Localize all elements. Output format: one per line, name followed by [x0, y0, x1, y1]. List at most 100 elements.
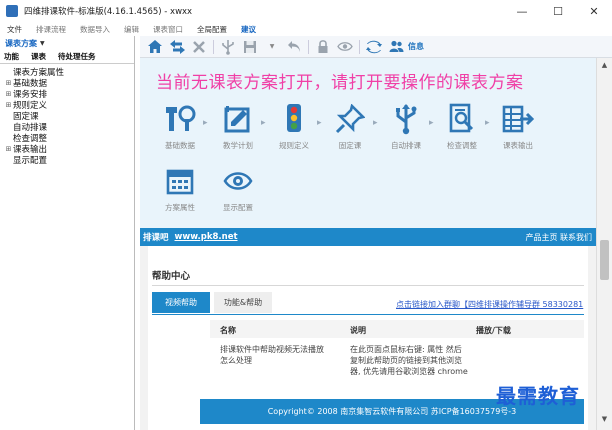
left-tabs: 功能 课表 待处理任务: [0, 50, 134, 64]
window-title: 四维排课软件-标准版(4.16.1.4565) - xwxx: [24, 7, 193, 17]
tab-functions[interactable]: 功能: [0, 51, 27, 62]
save-button[interactable]: [239, 37, 261, 57]
tab-timetable[interactable]: 课表: [27, 51, 54, 62]
scroll-thumb[interactable]: [600, 240, 609, 280]
tools-icon: [163, 102, 197, 136]
expand-icon[interactable]: ⊞: [4, 90, 13, 98]
workflow-label: 显示配置: [223, 203, 253, 212]
lock-button[interactable]: [312, 37, 334, 57]
toolbar: ▼ 信息: [140, 36, 612, 58]
workflow-label: 检查调整: [447, 141, 477, 150]
arrow-right-icon: ▸: [485, 118, 490, 128]
inspect-icon: [445, 102, 479, 136]
vertical-scrollbar[interactable]: ▲ ▼: [596, 58, 612, 430]
column-name: 名称: [220, 326, 236, 335]
tree-item-course-arrangement[interactable]: ⊞ 课务安排: [4, 88, 134, 100]
help-title: 帮助中心: [152, 271, 191, 282]
title-bar: 四维排课软件-标准版(4.16.1.4565) - xwxx — ☐ ✕: [0, 0, 612, 22]
scroll-down-icon[interactable]: ▼: [597, 412, 612, 426]
menu-global-config[interactable]: 全局配置: [190, 24, 234, 35]
save-dropdown-button[interactable]: ▼: [261, 37, 283, 57]
scroll-up-icon[interactable]: ▲: [597, 58, 612, 72]
info-button[interactable]: [385, 37, 407, 57]
left-panel: 课表方案 ▼ 功能 课表 待处理任务 课表方案属性 ⊞ 基础数据 ⊞ 课务安排 ⊞ 规…: [0, 36, 135, 430]
row-description: 在此页面点鼠标右键: 属性 然后复制此帮助页的链接到其他浏览器, 优先请用谷歌浏…: [350, 345, 468, 376]
menu-suggestion[interactable]: 建议: [234, 24, 263, 35]
workflow-label: 基础数据: [165, 141, 195, 150]
tab-pending-tasks[interactable]: 待处理任务: [54, 51, 104, 62]
arrow-right-icon: ▸: [203, 118, 208, 128]
menu-scheduling-flow[interactable]: 排课流程: [29, 24, 73, 35]
menu-edit[interactable]: 编辑: [117, 24, 146, 35]
start-page: 当前无课表方案打开，请打开要操作的课表方案 基础数据 ▸ 教学计划 ▸ 规则定义…: [140, 58, 596, 430]
workflow-teaching-plan[interactable]: 教学计划: [212, 102, 264, 151]
info-label[interactable]: 信息: [408, 41, 424, 52]
column-description: 说明: [350, 326, 366, 335]
pin-icon: [333, 102, 367, 136]
delete-button[interactable]: [188, 37, 210, 57]
tree-item-timetable-output[interactable]: ⊞ 课表输出: [4, 143, 134, 155]
workflow-scheme-properties[interactable]: 方案属性: [154, 164, 206, 213]
site-banner: 排课吧 www.pk8.net 产品主页 联系我们: [140, 228, 596, 246]
workflow-label: 方案属性: [165, 203, 195, 212]
workflow-basic-data[interactable]: 基础数据: [154, 102, 206, 151]
expand-icon[interactable]: ⊞: [4, 101, 13, 109]
tree-item-basic-data[interactable]: ⊞ 基础数据: [4, 77, 134, 89]
maximize-button[interactable]: ☐: [540, 0, 576, 22]
help-table-header: 名称 说明 播放/下载: [210, 320, 584, 338]
workflow-label: 自动排课: [391, 141, 421, 150]
usb-button[interactable]: [217, 37, 239, 57]
expand-icon[interactable]: ⊞: [4, 79, 13, 87]
window-controls: — ☐ ✕: [504, 0, 612, 22]
workflow-timetable-output[interactable]: 课表输出: [492, 102, 544, 151]
view-button[interactable]: [334, 37, 356, 57]
workflow-display-config[interactable]: 显示配置: [212, 164, 264, 213]
tree-item-scheme-properties[interactable]: 课表方案属性: [4, 66, 134, 78]
banner-links[interactable]: 产品主页 联系我们: [525, 232, 592, 243]
workflow-fixed-course[interactable]: 固定课: [324, 102, 376, 151]
qq-group-link[interactable]: 点击链接加入群聊【四维排课操作辅导群 58330281: [396, 299, 583, 310]
scheme-dropdown[interactable]: 课表方案 ▼: [0, 36, 134, 50]
workflow-label: 固定课: [338, 141, 362, 150]
undo-button[interactable]: [283, 37, 305, 57]
switch-button[interactable]: [166, 37, 188, 57]
tree-item-auto-schedule[interactable]: 自动排课: [4, 121, 134, 133]
tree-item-check-adjust[interactable]: 检查调整: [4, 132, 134, 144]
menu-file[interactable]: 文件: [0, 24, 29, 35]
menu-data-import[interactable]: 数据导入: [73, 24, 117, 35]
workflow-rule-definition[interactable]: 规则定义: [268, 102, 320, 151]
divider: [152, 314, 584, 315]
tab-video-help[interactable]: 视频帮助: [152, 292, 210, 313]
tree-item-display-config[interactable]: 显示配置: [4, 154, 134, 166]
close-x-icon: [193, 40, 205, 53]
tab-function-help[interactable]: 功能&帮助: [214, 292, 272, 313]
arrow-right-icon: ▸: [429, 118, 434, 128]
lock-icon: [318, 40, 328, 53]
toolbar-separator: [308, 39, 309, 54]
workflow-label: 教学计划: [223, 141, 253, 150]
workflow-auto-schedule[interactable]: 自动排课: [380, 102, 432, 151]
workflow-check-adjust[interactable]: 检查调整: [436, 102, 488, 151]
tree-item-label: 显示配置: [13, 155, 48, 166]
tree-item-rule-definition[interactable]: ⊞ 规则定义: [4, 99, 134, 111]
home-button[interactable]: [144, 37, 166, 57]
chevron-down-icon: ▼: [269, 43, 275, 50]
watermark-text: 最需教育: [496, 384, 580, 408]
traffic-light-icon: [277, 102, 311, 136]
site-link[interactable]: www.pk8.net: [175, 232, 238, 242]
column-play-download: 播放/下载: [476, 326, 511, 335]
minimize-button[interactable]: —: [504, 0, 540, 22]
usb-icon: [222, 39, 234, 55]
expand-icon[interactable]: ⊞: [4, 145, 13, 153]
arrow-right-icon: ▸: [317, 118, 322, 128]
scheme-dropdown-label: 课表方案: [5, 38, 37, 48]
row-name: 排课软件中帮助视频无法播放怎么处理: [220, 345, 324, 365]
menu-timetable-window[interactable]: 课表窗口: [146, 24, 190, 35]
tree-item-fixed-course[interactable]: 固定课: [4, 110, 134, 122]
refresh-button[interactable]: [363, 37, 385, 57]
eye-icon: [221, 164, 255, 198]
close-button[interactable]: ✕: [576, 0, 612, 22]
function-tree: 课表方案属性 ⊞ 基础数据 ⊞ 课务安排 ⊞ 规则定义 固定课 自动排课 检查调整 ⊞…: [0, 64, 134, 166]
menu-bar: 文件 排课流程 数据导入 编辑 课表窗口 全局配置 建议: [0, 22, 612, 36]
usb-icon: [389, 102, 423, 136]
